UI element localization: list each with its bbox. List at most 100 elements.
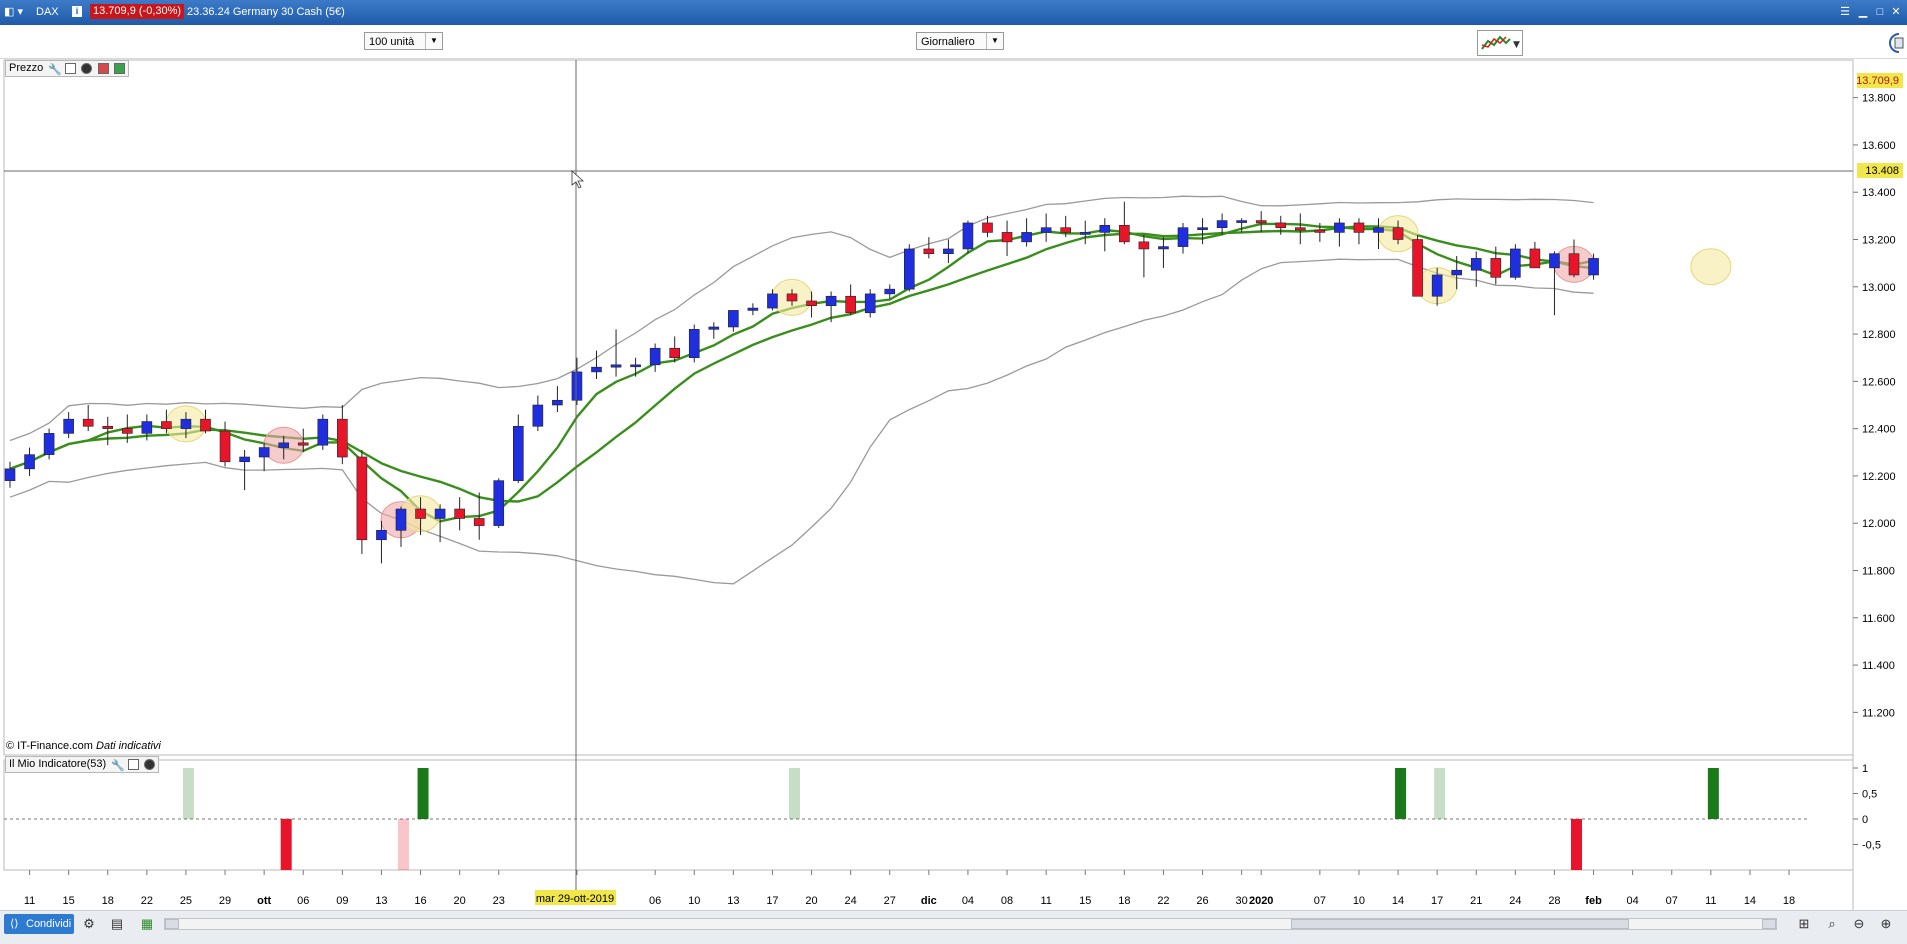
- window-menu-icon[interactable]: ◧ ▾: [4, 5, 23, 18]
- candle-body: [1510, 248, 1521, 278]
- indicator-bar: [182, 768, 194, 819]
- candle-body: [786, 293, 798, 302]
- side-tool-icon[interactable]: [1885, 30, 1905, 56]
- chart-type-button[interactable]: ▼: [1477, 30, 1523, 56]
- units-select[interactable]: 100 unità ▼: [364, 32, 443, 50]
- signal-highlight: [1690, 248, 1732, 286]
- y-tick-label: 13.200: [1862, 235, 1896, 247]
- copyright: © IT-Finance.com Dati indicativi: [6, 740, 161, 752]
- x-tick-label: 28: [1548, 895, 1560, 907]
- y-tick-label: 12.600: [1862, 376, 1896, 388]
- y-tick-label: 11.200: [1862, 707, 1895, 719]
- x-tick-label: 22: [1157, 895, 1169, 907]
- candle-body: [1295, 227, 1306, 231]
- candle-body: [1275, 222, 1287, 228]
- x-tick-label: 22: [141, 895, 153, 907]
- candle-body: [63, 418, 74, 434]
- x-tick-label: 25: [180, 895, 192, 907]
- candle-body: [1392, 227, 1404, 240]
- candle-body: [24, 454, 35, 470]
- settings-icon[interactable]: ⚙: [80, 915, 98, 933]
- x-tick-label: 18: [1783, 895, 1795, 907]
- candle-body: [1490, 258, 1502, 278]
- close-circle-icon[interactable]: [144, 758, 156, 770]
- y-tick-label: 11.400: [1862, 660, 1895, 672]
- crosshair-price-readout: 13.408: [1865, 165, 1899, 177]
- y-tick-label: 12.400: [1862, 424, 1896, 436]
- x-tick-label: 17: [1431, 895, 1443, 907]
- candle-body: [1216, 220, 1228, 228]
- period-select-value: Giornaliero: [921, 36, 975, 48]
- chart-canvas[interactable]: 13.800 13.600 13.400 13.200 13.000 12.800 12.6…: [0, 58, 1907, 910]
- candle-body: [610, 364, 622, 368]
- candle-body: [102, 425, 114, 429]
- toolbar: 100 unità ▼ Giornaliero ▼: [0, 25, 1907, 59]
- candle-body: [1373, 227, 1384, 233]
- y-tick-label: 13.400: [1862, 187, 1896, 199]
- candle-body: [219, 430, 231, 463]
- candle-body: [728, 310, 739, 328]
- x-tick-label: 24: [1509, 895, 1521, 907]
- list-icon[interactable]: ☰: [1838, 6, 1852, 19]
- candle-body: [473, 518, 485, 526]
- scroll-thumb[interactable]: [1291, 919, 1629, 929]
- x-tick-label: 10: [688, 895, 700, 907]
- indicator-panel-label: Il Mio Indicatore(53): [9, 758, 107, 770]
- info-icon[interactable]: i: [72, 6, 82, 17]
- minimize-icon[interactable]: ▁: [1856, 6, 1870, 19]
- candle-body: [747, 307, 759, 311]
- x-tick-label: 15: [63, 895, 75, 907]
- indicator-bar: [398, 819, 409, 870]
- share-icon: ⟨⟩: [10, 918, 19, 930]
- wrench-icon[interactable]: 🔧: [111, 759, 125, 772]
- instrument-info: 23.36.24 Germany 30 Cash (5€): [187, 6, 345, 18]
- candle-body: [454, 508, 465, 519]
- zoom-area-icon[interactable]: ⌕: [1823, 915, 1841, 933]
- copyright-note: Dati indicativi: [96, 740, 161, 752]
- x-tick-label: 2020: [1249, 895, 1273, 907]
- x-tick-label: 30: [1236, 895, 1248, 907]
- maximize-icon[interactable]: □: [1873, 6, 1887, 19]
- x-tick-label: 14: [1392, 895, 1404, 907]
- candle-body: [1588, 258, 1599, 276]
- x-tick-label: 15: [1079, 895, 1091, 907]
- chevron-down-icon: ▼: [425, 33, 442, 49]
- y-tick-label: 13.800: [1862, 93, 1896, 105]
- candle-body: [1197, 227, 1208, 230]
- x-tick-label: 14: [1744, 895, 1756, 907]
- share-button[interactable]: ⟨⟩ Condividi: [4, 914, 74, 934]
- candle-body: [708, 326, 720, 330]
- candle-body: [356, 456, 368, 541]
- wrench-icon[interactable]: 🔧: [48, 63, 62, 76]
- window-icon[interactable]: [128, 758, 140, 770]
- title-bar: ◧ ▾ DAX i 13.709,9 (-0,30%) 23.36.24 Ger…: [0, 0, 1907, 25]
- candle-body: [845, 295, 856, 314]
- x-tick-label: 29: [219, 895, 231, 907]
- price-axis: 13.800 13.600 13.400 13.200 13.000 12.800 12.6…: [1853, 93, 1896, 719]
- scroll-right-arrow[interactable]: [1762, 919, 1776, 929]
- x-tick-label: 11: [1040, 895, 1051, 907]
- x-tick-label: 04: [962, 895, 974, 907]
- window-icon[interactable]: [65, 62, 77, 74]
- fit-icon[interactable]: ⊞: [1795, 915, 1813, 933]
- candle-body: [395, 508, 407, 531]
- print-icon[interactable]: ▤: [108, 915, 126, 933]
- close-circle-icon[interactable]: [81, 62, 93, 74]
- x-tick-label: 27: [884, 895, 896, 907]
- x-tick-label: 26: [1196, 895, 1208, 907]
- candle-body: [1158, 246, 1169, 250]
- x-tick-label: 23: [493, 895, 505, 907]
- zoom-out-icon[interactable]: ⊖: [1850, 915, 1868, 933]
- x-tick-label: 16: [414, 895, 426, 907]
- candle-body: [180, 418, 192, 429]
- move-up-icon[interactable]: [113, 62, 125, 74]
- close-icon[interactable]: ✕: [1889, 6, 1903, 19]
- add-indicator-icon[interactable]: [97, 62, 109, 74]
- scroll-left-arrow[interactable]: [165, 919, 179, 929]
- x-tick-label: 18: [1118, 895, 1130, 907]
- drawing-tools-icon[interactable]: ▦: [138, 915, 156, 933]
- period-select[interactable]: Giornaliero ▼: [916, 32, 1004, 50]
- time-scrollbar[interactable]: [164, 918, 1777, 930]
- zoom-in-icon[interactable]: ⊕: [1877, 915, 1895, 933]
- candle-body: [649, 347, 661, 366]
